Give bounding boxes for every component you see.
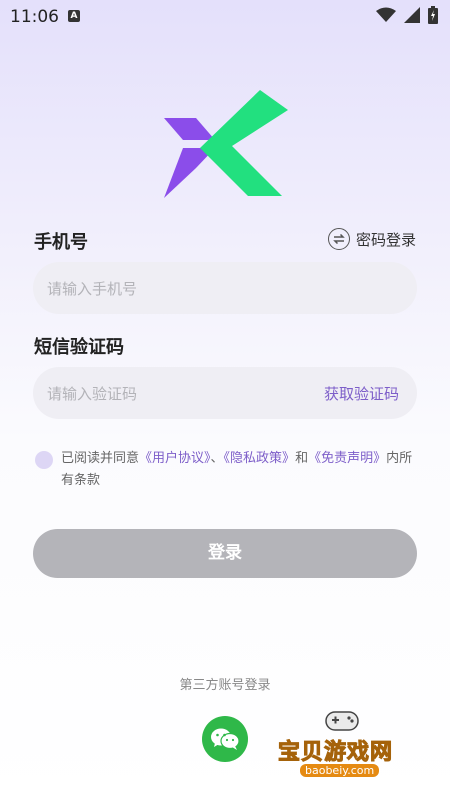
login-button[interactable]: 登录: [33, 529, 417, 578]
app-logo: [164, 90, 288, 198]
battery-icon: [428, 6, 438, 24]
phone-field: [33, 262, 417, 316]
third-party-login-label: 第三方账号登录: [179, 678, 271, 693]
phone-input[interactable]: [45, 262, 309, 316]
wechat-login-button[interactable]: [202, 716, 248, 762]
code-input[interactable]: [45, 367, 309, 421]
signal-icon: [404, 7, 420, 23]
agreement-and: 和: [295, 451, 309, 466]
privacy-policy-link[interactable]: 《隐私政策》: [224, 451, 296, 466]
get-code-button[interactable]: 获取验证码: [324, 383, 399, 404]
agree-radio[interactable]: [35, 451, 53, 469]
watermark-title: 宝贝游戏网: [277, 740, 394, 766]
password-login-label: 密码登录: [355, 230, 416, 249]
notification-a-icon: A: [68, 10, 80, 22]
phone-label: 手机号: [34, 232, 88, 253]
agreement-text: 已阅读并同意《用户协议》、《隐私政策》和《免责声明》内所有条款: [61, 448, 421, 492]
user-agreement-link[interactable]: 《用户协议》: [139, 451, 211, 466]
system-icons: [376, 6, 438, 24]
agreement-prefix: 已阅读并同意: [61, 451, 140, 466]
logo-purple-top-shape: [164, 118, 215, 140]
code-label: 短信验证码: [34, 337, 124, 358]
watermark: 宝贝游戏网 baobeiy.com: [270, 708, 420, 788]
password-login-switch[interactable]: 密码登录: [327, 228, 416, 250]
logo-green-shape: [200, 90, 288, 196]
status-time: 11:06: [10, 7, 59, 27]
logo-purple-bottom-shape: [164, 148, 215, 198]
wechat-icon: [211, 728, 240, 750]
swap-icon: [327, 228, 350, 250]
disclaimer-link[interactable]: 《免责声明》: [308, 451, 386, 466]
gamepad-icon: [325, 711, 359, 731]
agreement-separator: 、: [210, 451, 224, 466]
watermark-url: baobeiy.com: [300, 764, 380, 777]
wifi-icon: [376, 7, 396, 22]
status-bar: 11:06 A: [0, 0, 450, 34]
code-field: 获取验证码: [33, 367, 417, 421]
